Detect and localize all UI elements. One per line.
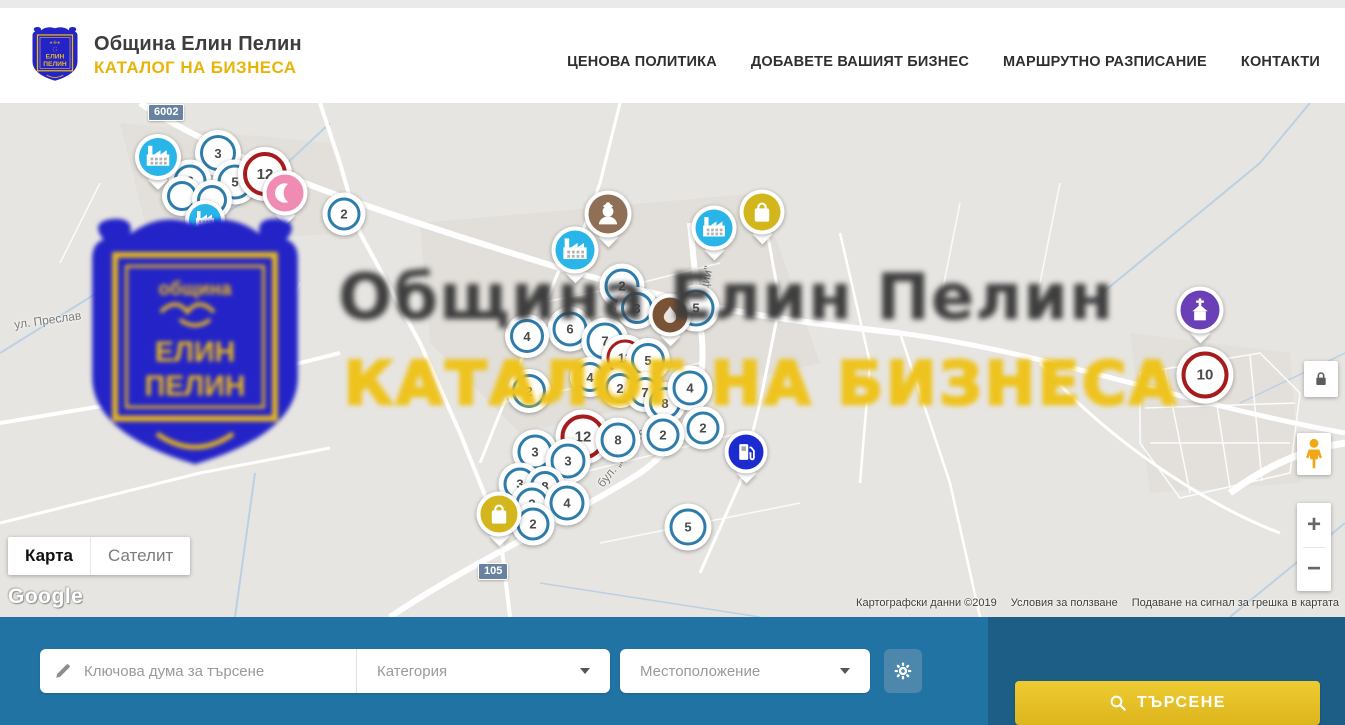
map-pin-factory[interactable]: [135, 134, 181, 180]
map-attribution: Картографски данни ©2019 Условия за полз…: [856, 597, 1339, 609]
zoom-out-button[interactable]: −: [1297, 548, 1331, 592]
search-row: Категория Местоположение: [0, 649, 1345, 693]
attribution-terms-link[interactable]: Условия за ползване: [1011, 597, 1118, 609]
map-type-map-button[interactable]: Карта: [8, 537, 90, 575]
page: ∗✣∗ ҉ ЕЛИН ПЕЛИН Община Елин Пелин КАТАЛ…: [0, 0, 1345, 725]
svg-text:ПЕЛИН: ПЕЛИН: [43, 60, 67, 67]
keyword-category-box: Категория: [40, 649, 610, 693]
nav-link[interactable]: ДОБАВЕТЕ ВАШИЯТ БИЗНЕС: [751, 54, 969, 70]
search-icon: [1109, 694, 1127, 712]
nav-link[interactable]: ЦЕНОВА ПОЛИТИКА: [567, 54, 717, 70]
cluster-marker[interactable]: 10: [1177, 347, 1234, 404]
lock-control-button[interactable]: [1304, 361, 1338, 397]
watermark-title: Община Елин Пелин: [338, 261, 1218, 335]
category-select[interactable]: Категория: [356, 649, 610, 693]
lock-icon: [1313, 371, 1329, 387]
pegman-icon: [1303, 438, 1325, 470]
cluster-marker[interactable]: 2: [323, 193, 366, 236]
nav-link[interactable]: КОНТАКТИ: [1241, 54, 1320, 70]
page-top-strip: [0, 0, 1345, 8]
map-type-satellite-button[interactable]: Сателит: [90, 537, 190, 575]
map-pin-factory[interactable]: [692, 206, 737, 251]
location-select-value: Местоположение: [640, 663, 760, 680]
brand-text: Община Елин Пелин КАТАЛОГ НА БИЗНЕСА: [94, 33, 302, 78]
site-logo[interactable]: ∗✣∗ ҉ ЕЛИН ПЕЛИН Община Елин Пелин КАТАЛ…: [30, 25, 302, 87]
google-logo[interactable]: Google: [8, 585, 83, 609]
attribution-report-link[interactable]: Подаване на сигнал за грешка в картата: [1132, 597, 1339, 609]
svg-text:ЕЛИН: ЕЛИН: [155, 336, 235, 368]
pencil-icon: [54, 662, 72, 680]
cluster-marker[interactable]: 8: [596, 418, 641, 463]
watermark-crest-logo: община ЕЛИН ПЕЛИН: [80, 213, 310, 489]
svg-text:ЕЛИН: ЕЛИН: [46, 53, 65, 60]
map-pin-crescent[interactable]: [263, 171, 308, 216]
attribution-copyright: Картографски данни ©2019: [856, 597, 997, 609]
advanced-settings-button[interactable]: [884, 649, 922, 693]
category-select-value: Категория: [377, 663, 447, 680]
cluster-marker[interactable]: 2: [642, 414, 685, 457]
chevron-down-icon: [580, 668, 590, 674]
site-title: Община Елин Пелин: [94, 33, 302, 56]
map-pin-bag[interactable]: [477, 492, 522, 537]
search-button[interactable]: ТЪРСЕНЕ: [1015, 681, 1320, 725]
search-bar: Категория Местоположение: [0, 617, 1345, 725]
map-pin-bag[interactable]: [740, 190, 785, 235]
cluster-marker[interactable]: 5: [665, 504, 712, 551]
site-subtitle: КАТАЛОГ НА БИЗНЕСА: [94, 58, 302, 78]
nav-link[interactable]: МАРШРУТНО РАЗПИСАНИЕ: [1003, 54, 1207, 70]
watermark-subtitle: КАТАЛОГ НА БИЗНЕСА: [344, 349, 1179, 419]
svg-text:община: община: [158, 279, 232, 300]
zoom-in-button[interactable]: +: [1297, 503, 1331, 547]
keyword-search-input[interactable]: [84, 663, 334, 680]
street-view-pegman-button[interactable]: [1297, 433, 1331, 475]
map-type-control: Карта Сателит: [8, 537, 190, 575]
location-select[interactable]: Местоположение: [620, 649, 870, 693]
chevron-down-icon: [840, 668, 850, 674]
zoom-control: + −: [1297, 503, 1331, 591]
svg-text:∗✣∗: ∗✣∗: [49, 40, 61, 46]
keyword-section: [40, 649, 356, 693]
map-pin-fuel[interactable]: [725, 431, 768, 474]
main-nav: ЦЕНОВА ПОЛИТИКА ДОБАВЕТЕ ВАШИЯТ БИЗНЕС МАР…: [567, 42, 1320, 70]
map-canvas[interactable]: 6002 105 ул. Преслав бул. „Новосел ции" …: [0, 103, 1345, 617]
svg-text:ПЕЛИН: ПЕЛИН: [145, 371, 246, 403]
search-button-label: ТЪРСЕНЕ: [1137, 694, 1226, 712]
municipality-crest-icon: ∗✣∗ ҉ ЕЛИН ПЕЛИН: [30, 25, 80, 87]
gear-icon: [893, 661, 913, 681]
header: ∗✣∗ ҉ ЕЛИН ПЕЛИН Община Елин Пелин КАТАЛ…: [0, 8, 1345, 103]
